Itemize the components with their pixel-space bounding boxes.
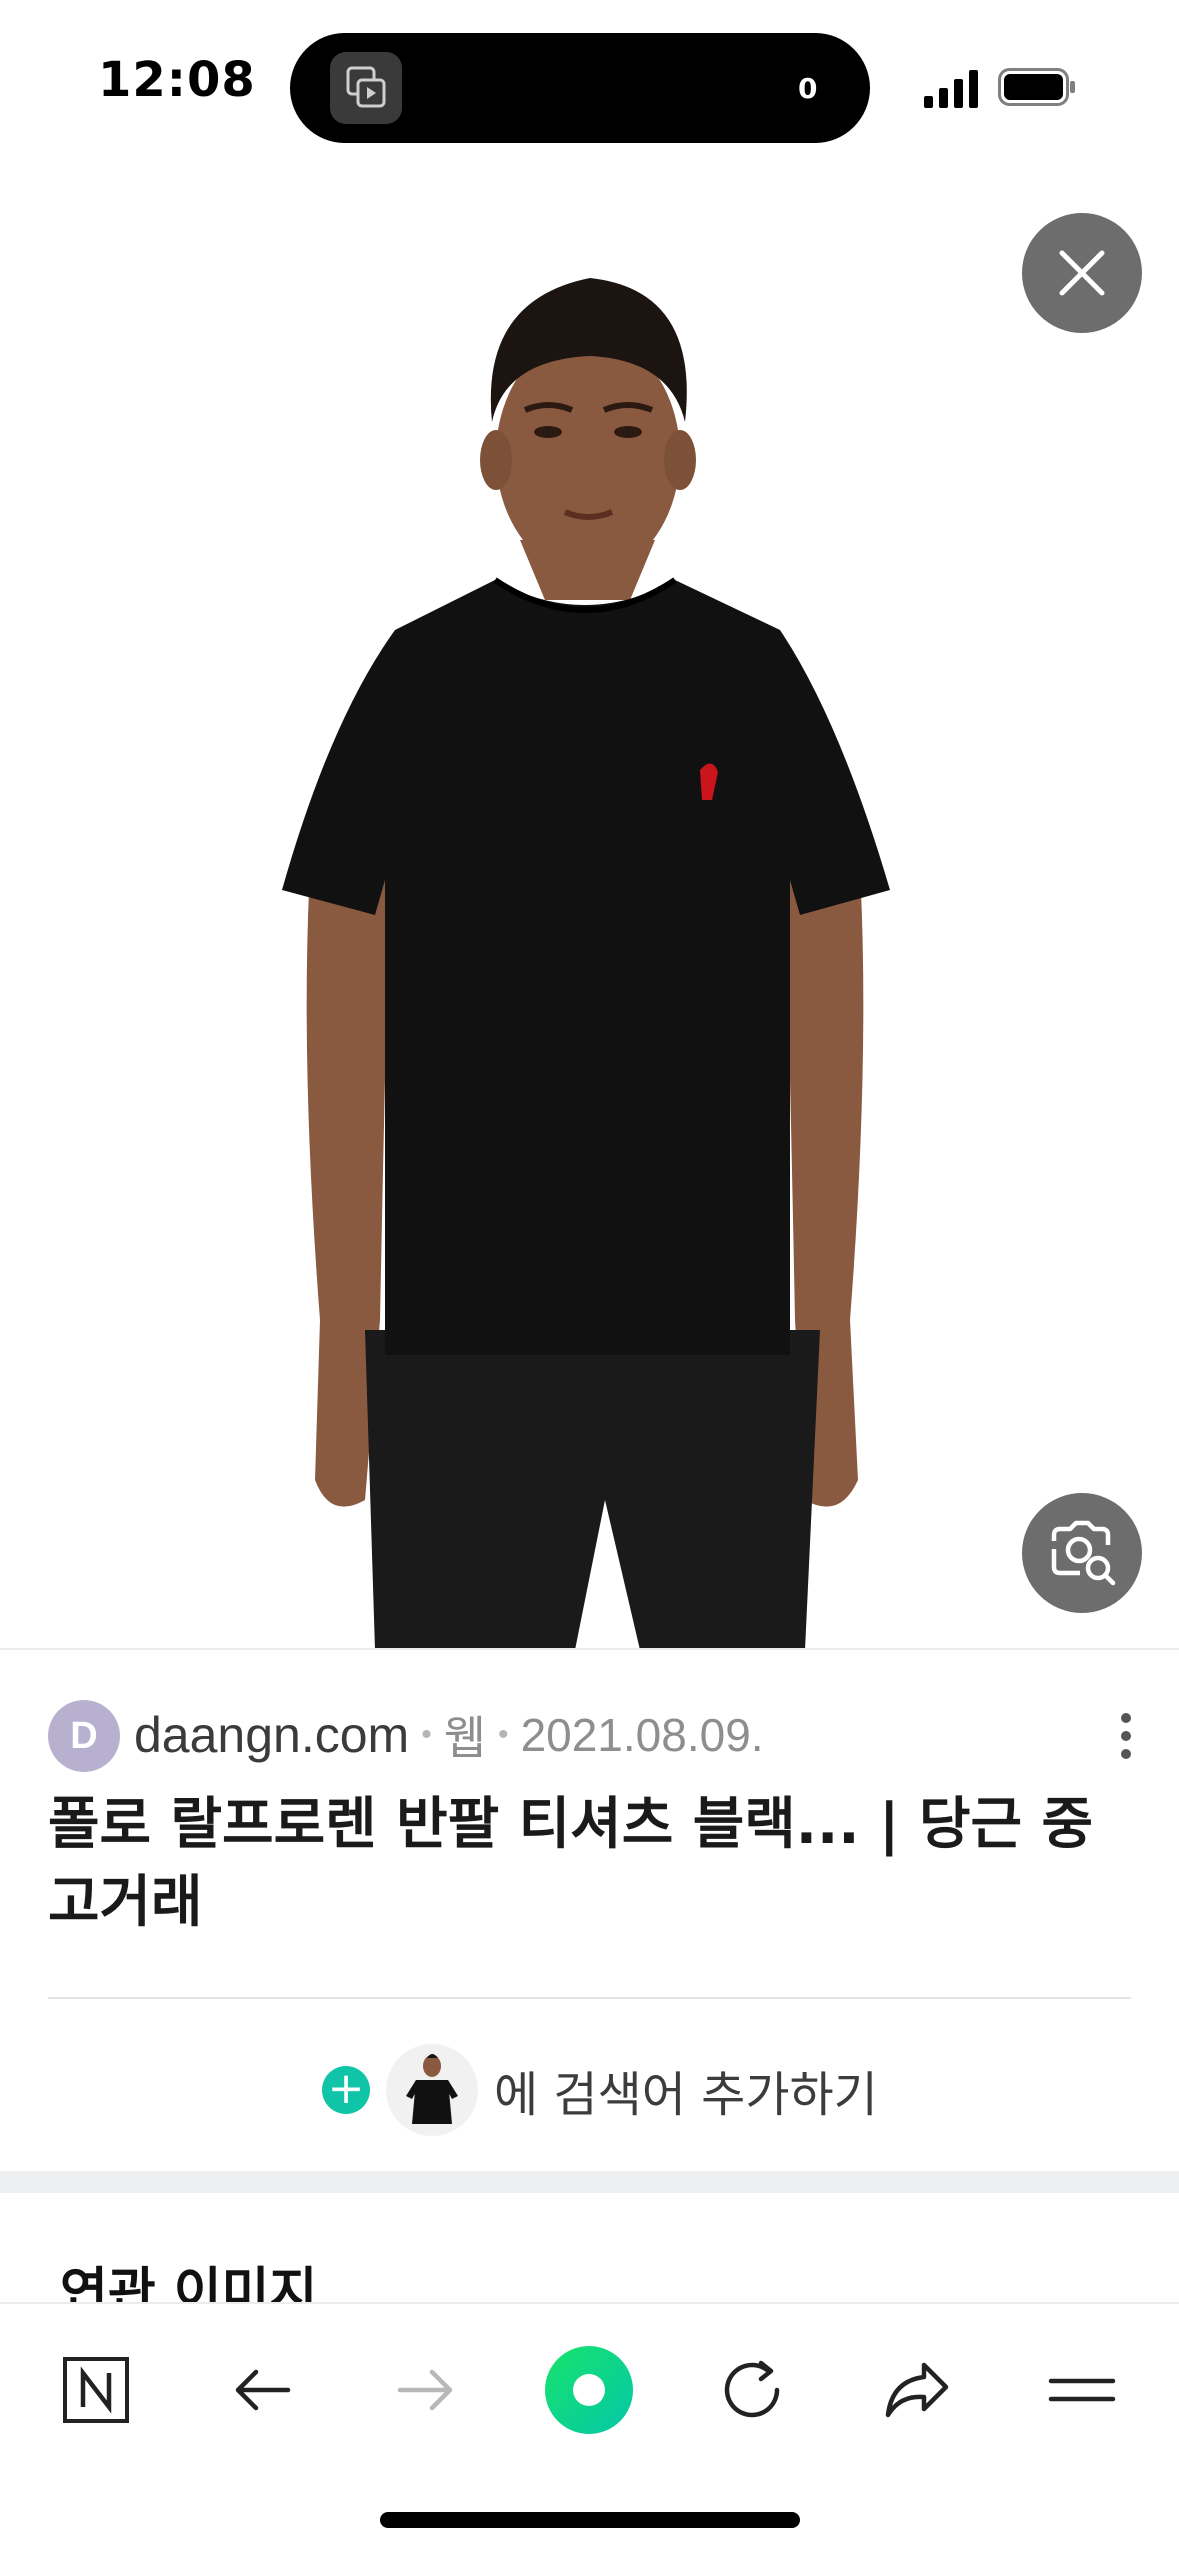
arrow-right-icon xyxy=(397,2369,453,2411)
share-button[interactable] xyxy=(867,2340,967,2440)
signal-icon xyxy=(924,70,978,108)
island-count: 0 xyxy=(798,72,818,105)
green-dot-icon xyxy=(545,2346,633,2434)
refresh-icon xyxy=(724,2360,780,2418)
lens-search-icon xyxy=(1051,1520,1116,1586)
add-search-term-row[interactable]: + 에 검색어 추가하기 xyxy=(322,2040,878,2140)
section-divider xyxy=(0,2171,1179,2193)
plus-icon: + xyxy=(322,2066,370,2114)
more-options-icon[interactable] xyxy=(1108,1708,1144,1764)
add-search-term-label: 에 검색어 추가하기 xyxy=(494,2067,878,2123)
divider xyxy=(0,1648,1179,1650)
search-thumbnail xyxy=(386,2044,478,2136)
source-type: 웹 xyxy=(443,1712,487,1764)
menu-button[interactable] xyxy=(1032,2340,1132,2440)
close-button[interactable] xyxy=(1022,213,1142,333)
arrow-left-icon xyxy=(235,2369,291,2411)
product-photo xyxy=(282,278,890,1650)
naver-home-button[interactable] xyxy=(46,2340,146,2440)
naver-n-icon xyxy=(63,2357,129,2423)
battery-icon xyxy=(998,68,1075,106)
green-dot-button[interactable] xyxy=(539,2340,639,2440)
separator-dot: • xyxy=(498,1718,509,1751)
share-icon xyxy=(885,2362,949,2418)
close-icon xyxy=(1059,250,1105,296)
home-indicator[interactable] xyxy=(380,2512,800,2528)
refresh-button[interactable] xyxy=(702,2340,802,2440)
status-time: 12:08 xyxy=(98,52,256,108)
separator-dot: • xyxy=(421,1718,432,1751)
source-line[interactable]: daangn.com • 웹 • 2021.08.09. xyxy=(134,1704,764,1766)
result-title[interactable]: 폴로 랄프로렌 반팔 티셔츠 블랙... | 당근 중고거래 xyxy=(48,1786,1138,1942)
source-domain[interactable]: daangn.com xyxy=(134,1706,409,1764)
image-viewer[interactable] xyxy=(0,160,1179,1650)
divider xyxy=(48,1997,1131,1999)
source-date: 2021.08.09. xyxy=(520,1709,764,1761)
hamburger-menu-icon xyxy=(1048,2378,1116,2402)
island-app-icon xyxy=(330,52,402,124)
image-search-button[interactable] xyxy=(1022,1493,1142,1613)
site-favicon: D xyxy=(48,1700,120,1772)
back-button[interactable] xyxy=(212,2340,312,2440)
forward-button[interactable] xyxy=(376,2340,476,2440)
